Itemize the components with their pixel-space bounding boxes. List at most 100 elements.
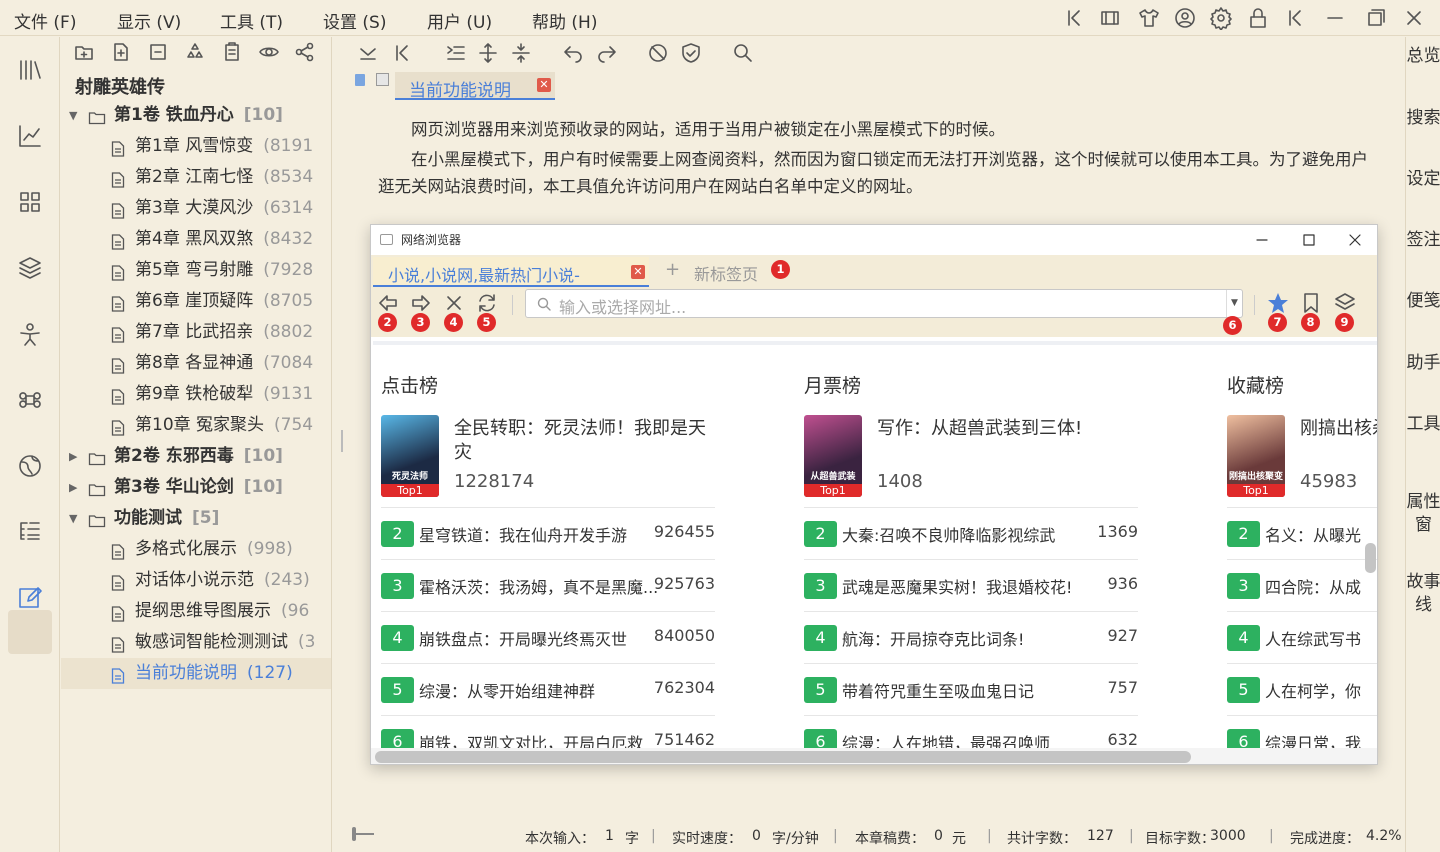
new-folder-icon[interactable] bbox=[73, 41, 95, 63]
tree-volume[interactable]: ▼ 第1卷 铁血丹心 [10] bbox=[61, 100, 331, 131]
close-icon[interactable] bbox=[1402, 6, 1426, 30]
eye-icon[interactable] bbox=[258, 41, 280, 63]
new-tab-button[interactable]: 新标签页 bbox=[694, 261, 758, 285]
ranking-row[interactable]: 4 人在综武写书 bbox=[1227, 611, 1377, 663]
right-panel-assistant[interactable]: 助手 bbox=[1406, 352, 1440, 375]
right-panel-storyline[interactable]: 故事线 bbox=[1406, 571, 1440, 617]
menu-file[interactable]: 文件 (F) bbox=[14, 8, 76, 33]
clipboard-icon[interactable] bbox=[221, 41, 243, 63]
document-body[interactable]: 网页浏览器用来浏览预收录的网站，适用于当用户被锁定在小黑屋模式下的时候。 在小黑… bbox=[378, 116, 1368, 200]
ranking-row[interactable]: 6 综漫日常，我 bbox=[1227, 715, 1377, 748]
ranking-row[interactable]: 6 崩铁，双凯文对比，开局白厄救 751462 bbox=[381, 715, 715, 748]
tab-current-doc[interactable]: 当前功能说明 ✕ bbox=[395, 72, 555, 101]
outline-tree-icon[interactable] bbox=[16, 518, 44, 546]
edit-note-icon[interactable] bbox=[16, 584, 44, 612]
tree-chapter[interactable]: 第9章 铁枪破犁 (9131 bbox=[61, 379, 331, 410]
tree-chapter[interactable]: 敏感词智能检测测试 (3 bbox=[61, 627, 331, 658]
tree-chapter[interactable]: 第6章 崖顶疑阵 (8705 bbox=[61, 286, 331, 317]
search-icon[interactable] bbox=[731, 41, 755, 65]
collapse-icon[interactable] bbox=[1284, 6, 1308, 30]
ranking-row[interactable]: 2 星穹铁道：我在仙舟开发手游 926455 bbox=[381, 507, 715, 559]
globe-icon[interactable] bbox=[16, 452, 44, 480]
pane-toggle-icon[interactable] bbox=[355, 74, 365, 86]
splitter-handle[interactable] bbox=[341, 430, 343, 452]
top-book-title[interactable]: 刚搞出核杀 bbox=[1300, 417, 1377, 441]
new-file-icon[interactable] bbox=[110, 41, 132, 63]
ranking-row[interactable]: 2 大秦:召唤不良帅降临影视综武 1369 bbox=[804, 507, 1138, 559]
maximize-icon[interactable] bbox=[1364, 6, 1388, 30]
refresh-icon[interactable] bbox=[475, 291, 499, 315]
stop-icon[interactable] bbox=[442, 291, 466, 315]
minimize-icon[interactable] bbox=[1323, 6, 1347, 30]
bookshelf-icon[interactable] bbox=[16, 56, 44, 84]
url-input[interactable]: 输入或选择网址... ▼ bbox=[525, 289, 1243, 318]
tree-chapter[interactable]: 第4章 黑风双煞 (8432 bbox=[61, 224, 331, 255]
pane-square-icon[interactable] bbox=[376, 73, 389, 86]
window-layout-icon[interactable] bbox=[1098, 6, 1122, 30]
right-panel-properties[interactable]: 属性窗 bbox=[1406, 491, 1440, 537]
scrollbar-thumb[interactable] bbox=[375, 751, 1191, 763]
tree-chapter[interactable]: 对话体小说示范 (243) bbox=[61, 565, 331, 596]
ranking-row[interactable]: 5 人在柯学，你 bbox=[1227, 663, 1377, 715]
right-panel-overview[interactable]: 总览 bbox=[1406, 45, 1440, 68]
list-indent-icon[interactable] bbox=[444, 41, 468, 65]
maximize-icon[interactable] bbox=[1300, 231, 1318, 249]
book-cover[interactable]: 死灵法师 Top1 bbox=[381, 415, 439, 497]
menu-tools[interactable]: 工具 (T) bbox=[220, 8, 283, 33]
minimize-icon[interactable] bbox=[1253, 231, 1271, 249]
tree-chapter[interactable]: 提纲思维导图展示 (96 bbox=[61, 596, 331, 627]
right-panel-search[interactable]: 搜索 bbox=[1406, 107, 1440, 130]
redo-icon[interactable] bbox=[595, 41, 619, 65]
remove-icon[interactable] bbox=[147, 41, 169, 63]
ranking-row[interactable]: 3 武魂是恶魔果实树！我退婚校花! 936 bbox=[804, 559, 1138, 611]
book-cover[interactable]: 从超兽武装 Top1 bbox=[804, 415, 862, 497]
right-panel-tools[interactable]: 工具 bbox=[1406, 413, 1440, 436]
close-icon[interactable] bbox=[1346, 231, 1364, 249]
bookmark-icon[interactable] bbox=[1299, 291, 1323, 315]
menu-user[interactable]: 用户 (U) bbox=[427, 8, 492, 33]
command-icon[interactable] bbox=[16, 386, 44, 414]
url-dropdown-icon[interactable]: ▼ bbox=[1226, 290, 1242, 317]
collapse-left-icon[interactable] bbox=[391, 41, 415, 65]
grid-apps-icon[interactable] bbox=[16, 188, 44, 216]
ranking-row[interactable]: 4 航海：开局掠夺克比词条! 927 bbox=[804, 611, 1138, 663]
ranking-row[interactable]: 5 带着符咒重生至吸血鬼日记 757 bbox=[804, 663, 1138, 715]
tree-volume[interactable]: ▶ 第3卷 华山论剑 [10] bbox=[61, 472, 331, 503]
share-nodes-icon[interactable] bbox=[294, 41, 316, 63]
tree-chapter[interactable]: 第1章 风雪惊变 (8191 bbox=[61, 131, 331, 162]
browser-tab[interactable]: 小说,小说网,最新热门小说- ✕ bbox=[373, 257, 649, 287]
tree-chapter[interactable]: 多格式化展示 (998) bbox=[61, 534, 331, 565]
star-favorite-icon[interactable] bbox=[1266, 291, 1290, 315]
menu-settings[interactable]: 设置 (S) bbox=[323, 8, 386, 33]
tree-chapter[interactable]: 第8章 各显神通 (7084 bbox=[61, 348, 331, 379]
right-panel-settings[interactable]: 设定 bbox=[1406, 168, 1440, 191]
lock-icon[interactable] bbox=[1246, 6, 1270, 30]
layers-icon[interactable] bbox=[1333, 291, 1357, 315]
chart-trend-icon[interactable] bbox=[16, 122, 44, 150]
recycle-icon[interactable] bbox=[184, 41, 206, 63]
chevron-down-icon[interactable]: ▼ bbox=[69, 100, 77, 131]
tree-volume[interactable]: ▶ 第2卷 东邪西毒 [10] bbox=[61, 441, 331, 472]
top-book-title[interactable]: 全民转职：死灵法师！我即是天灾 bbox=[454, 417, 714, 465]
menu-view[interactable]: 显示 (V) bbox=[117, 8, 181, 33]
ranking-row[interactable]: 6 综漫：人在地错，最强召唤师 632 bbox=[804, 715, 1138, 748]
book-cover[interactable]: 刚搞出核聚变 Top1 bbox=[1227, 415, 1285, 497]
back-arrow-icon[interactable] bbox=[376, 291, 400, 315]
gear-icon[interactable] bbox=[1209, 6, 1233, 30]
character-icon[interactable] bbox=[16, 320, 44, 348]
indent-down-icon[interactable] bbox=[356, 41, 380, 65]
forbidden-icon[interactable] bbox=[646, 41, 670, 65]
add-tab-icon[interactable]: + bbox=[665, 259, 680, 280]
user-account-icon[interactable] bbox=[1173, 6, 1197, 30]
expand-vertical-icon[interactable] bbox=[476, 41, 500, 65]
ranking-row[interactable]: 4 崩铁盘点：开局曝光终焉灭世 840050 bbox=[381, 611, 715, 663]
tree-chapter[interactable]: 当前功能说明 (127) bbox=[61, 658, 331, 689]
compress-vertical-icon[interactable] bbox=[509, 41, 533, 65]
tab-close-icon[interactable]: ✕ bbox=[537, 78, 551, 92]
collapse-left-icon[interactable] bbox=[1063, 6, 1087, 30]
forward-arrow-icon[interactable] bbox=[409, 291, 433, 315]
right-panel-notes[interactable]: 签注 bbox=[1406, 229, 1440, 252]
tree-chapter[interactable]: 第5章 弯弓射雕 (7928 bbox=[61, 255, 331, 286]
right-panel-memo[interactable]: 便笺 bbox=[1406, 290, 1440, 313]
tree-chapter[interactable]: 第2章 江南七怪 (8534 bbox=[61, 162, 331, 193]
